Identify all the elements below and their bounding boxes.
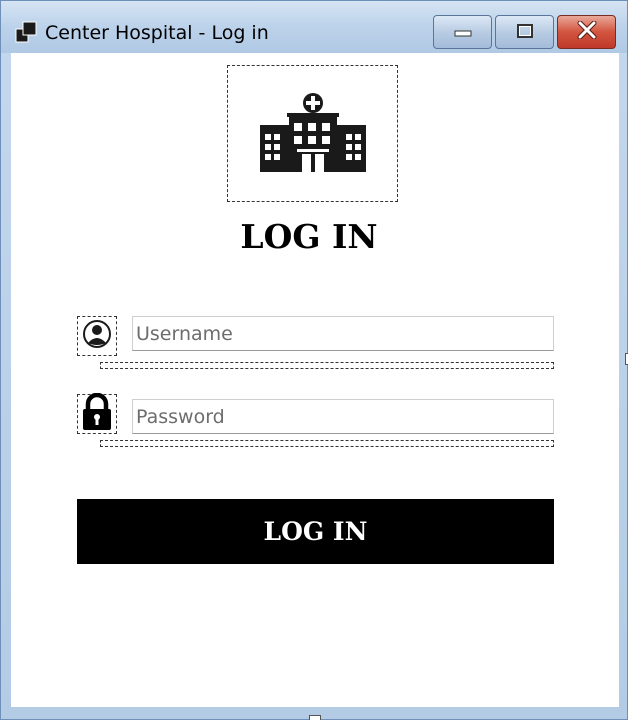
password-input[interactable] [132,399,554,434]
title-bar[interactable]: Center Hospital - Log in [1,1,627,53]
page-title: LOG IN [240,217,378,256]
window-title: Center Hospital - Log in [45,22,269,44]
username-input[interactable] [132,316,554,351]
app-window: Center Hospital - Log in LOG IN Username… [0,0,628,720]
username-underline [100,362,554,369]
resize-handle-bottom[interactable] [309,715,321,720]
minimize-button[interactable] [433,15,492,49]
lock-icon [81,392,113,435]
user-icon [82,319,112,353]
close-icon [577,20,597,43]
login-panel: LOG IN Username LOG IN [11,53,619,707]
password-underline [100,440,554,447]
app-icon [15,21,39,43]
password-icon-box [77,392,117,435]
hospital-icon [259,92,366,176]
maximize-button[interactable] [495,15,554,49]
login-button-label: LOG IN [263,517,368,546]
login-button[interactable]: LOG IN [77,499,554,564]
maximize-icon [516,23,533,42]
username-icon-box [77,316,117,356]
hospital-logo [227,65,398,202]
minimize-icon [454,23,472,42]
close-button[interactable] [557,15,616,49]
